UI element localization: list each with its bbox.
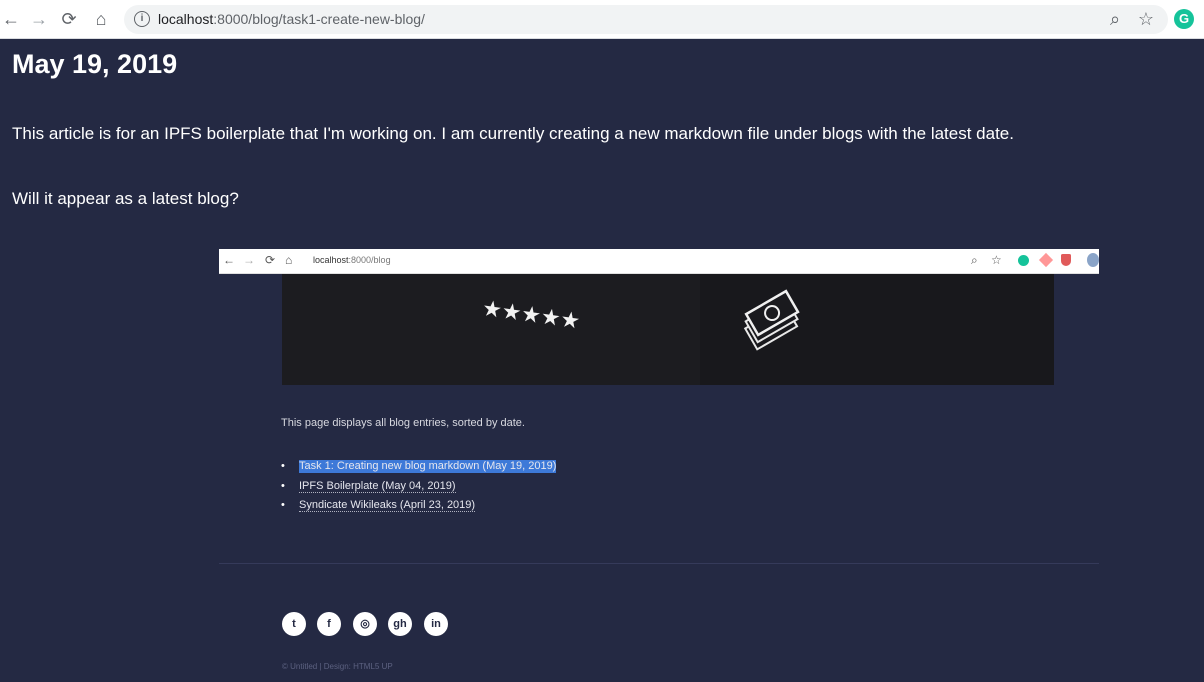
article-paragraph: This article is for an IPFS boilerplate … (12, 124, 1014, 143)
facebook-icon: f (317, 612, 341, 636)
url-path: :8000/blog/task1-create-new-blog/ (213, 11, 425, 27)
back-arrow-icon: ← (223, 253, 235, 267)
forward-arrow-icon: → (243, 253, 255, 267)
blog-entry-link: Syndicate Wikileaks (April 23, 2019) (299, 499, 476, 512)
footer-text: © Untitled | Design: HTML5 UP (282, 662, 393, 671)
url-host: localhost (158, 11, 214, 27)
avatar (1087, 253, 1099, 267)
embedded-url-host: localhost (313, 255, 349, 265)
blog-entry-list: Task 1: Creating new blog markdown (May … (281, 460, 557, 519)
list-item: IPFS Boilerplate (May 04, 2019) (281, 479, 556, 500)
linkedin-icon: in (424, 612, 448, 636)
star-icon[interactable]: ☆ (1135, 8, 1157, 30)
forward-arrow-icon[interactable]: → (28, 8, 50, 30)
zoom-icon: ⌕ (971, 253, 978, 267)
reload-icon: ⟳ (265, 253, 276, 267)
banner-graphic: ★★★★★ (282, 274, 1054, 385)
address-bar[interactable]: i localhost:8000/blog/task1-create-new-b… (124, 5, 1168, 34)
shield-icon (1061, 254, 1071, 266)
blog-entry-link: Task 1: Creating new blog markdown (May … (299, 460, 557, 473)
list-item: Task 1: Creating new blog markdown (May … (281, 460, 557, 480)
grammarly-extension-icon[interactable]: G (1174, 9, 1194, 29)
blog-intro-text: This page displays all blog entries, sor… (281, 417, 525, 429)
twitter-icon: t (282, 612, 306, 636)
banner-image: ★★★★★ (282, 274, 1054, 385)
reload-icon[interactable]: ⟳ (58, 8, 80, 30)
blog-entry-link: IPFS Boilerplate (May 04, 2019) (299, 479, 456, 493)
list-item: Syndicate Wikileaks (April 23, 2019) (281, 499, 556, 519)
instagram-icon: ◎ (353, 612, 377, 636)
zoom-icon[interactable]: ⌕ (1104, 8, 1126, 30)
grammarly-extension-icon (1018, 255, 1029, 266)
back-arrow-icon[interactable]: ← (0, 8, 22, 30)
github-icon: gh (388, 612, 412, 636)
home-icon[interactable]: ⌂ (90, 8, 112, 30)
browser-toolbar: ← → ⟳ ⌂ i localhost:8000/blog/task1-crea… (0, 0, 1204, 39)
home-icon: ⌂ (285, 253, 293, 267)
embedded-browser-toolbar: ← → ⟳ ⌂ localhost:8000/blog ⌕ ☆ (219, 249, 1099, 274)
star-icon: ☆ (991, 253, 1002, 267)
embedded-url: localhost:8000/blog (313, 255, 391, 265)
post-date: May 19, 2019 (12, 49, 178, 79)
embedded-url-path: :8000/blog (348, 255, 391, 265)
extension-icon (1038, 252, 1054, 268)
article-paragraph: Will it appear as a latest blog? (12, 189, 239, 208)
info-icon[interactable]: i (134, 11, 150, 27)
divider (219, 563, 1099, 564)
url-text[interactable]: localhost:8000/blog/task1-create-new-blo… (158, 11, 425, 27)
